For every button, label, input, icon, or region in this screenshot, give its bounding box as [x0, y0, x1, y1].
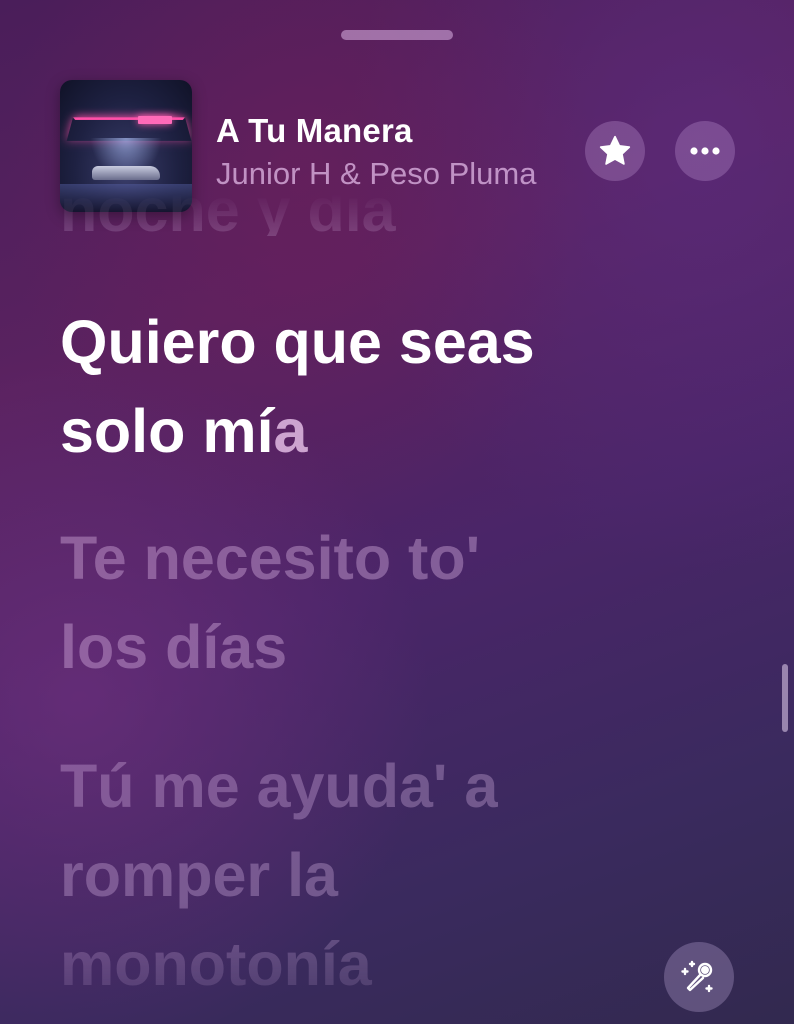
lyric-next-line-2: los días [60, 613, 288, 681]
star-icon [599, 135, 631, 165]
lyric-later-line-3: monotonía [60, 930, 372, 998]
microphone-sparkle-icon [681, 960, 713, 993]
lyric-line-active[interactable]: Quiero que seas solo mía [60, 298, 535, 476]
song-title[interactable]: A Tu Manera [216, 112, 413, 150]
ellipsis-icon [690, 147, 720, 155]
sing-button[interactable] [664, 942, 734, 1012]
lyric-next-line-1: Te necesito to' [60, 524, 481, 592]
lyric-line-later[interactable]: Tú me ayuda' a romper la monotonía [60, 742, 498, 1009]
scroll-indicator[interactable] [782, 664, 788, 732]
artwork-neon-sign [138, 116, 172, 124]
sheet-grabber[interactable] [341, 30, 453, 40]
lyric-later-line-2: romper la [60, 841, 338, 909]
lyric-line-previous[interactable]: noche y día [60, 166, 396, 236]
lyric-active-line-1: Quiero que seas [60, 308, 535, 376]
favorite-button[interactable] [585, 121, 645, 181]
lyric-active-line-2-sung: solo mí [60, 397, 274, 465]
lyric-later-line-1: Tú me ayuda' a [60, 752, 499, 820]
lyric-line-next[interactable]: Te necesito to' los días [60, 514, 480, 692]
lyric-active-line-2-unsung: a [273, 397, 308, 465]
more-options-button[interactable] [675, 121, 735, 181]
